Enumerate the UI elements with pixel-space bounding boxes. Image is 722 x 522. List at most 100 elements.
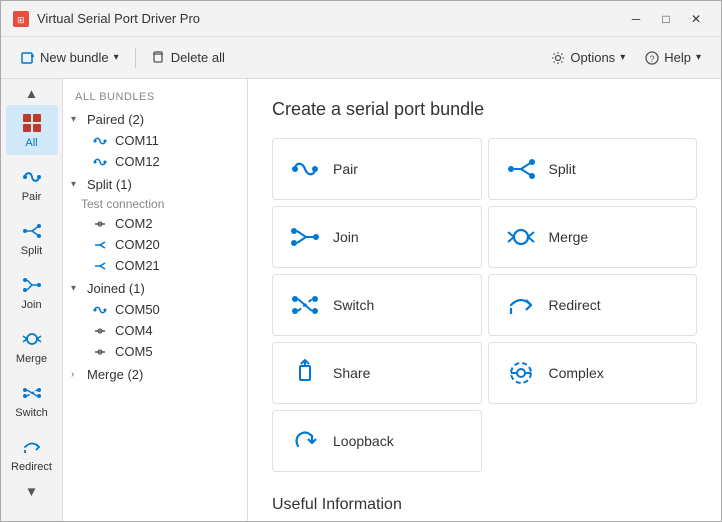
tree-group-merge: › Merge (2)	[63, 364, 247, 385]
tree-group-paired-label: Paired (2)	[87, 112, 144, 127]
tree-item-com50[interactable]: COM50	[63, 299, 247, 320]
bundle-card-switch-label: Switch	[333, 297, 374, 313]
useful-section: Useful Information User manual Version h…	[272, 496, 697, 521]
tree-section-header: ALL BUNDLES	[63, 87, 247, 109]
switch-icon	[20, 381, 44, 405]
minimize-button[interactable]: ─	[623, 9, 649, 29]
tree-group-split-header[interactable]: ▾ Split (1)	[63, 174, 247, 195]
bundle-card-switch[interactable]: Switch	[272, 274, 482, 336]
tree-group-split: ▾ Split (1) Test connection COM2 COM20	[63, 174, 247, 276]
bundle-card-pair[interactable]: Pair	[272, 138, 482, 200]
tree-group-merge-label: Merge (2)	[87, 367, 143, 382]
tree-group-paired-header[interactable]: ▾ Paired (2)	[63, 109, 247, 130]
sidebar-item-all-label: All	[25, 137, 37, 149]
new-bundle-icon	[21, 51, 35, 65]
sidebar-item-pair-label: Pair	[22, 191, 42, 203]
tree-item-com5-label: COM5	[115, 344, 153, 359]
join-card-icon	[289, 221, 321, 253]
tree-item-com20-label: COM20	[115, 237, 160, 252]
tree-item-com4-label: COM4	[115, 323, 153, 338]
chevron-merge: ›	[71, 369, 83, 380]
bundle-card-complex[interactable]: Complex	[488, 342, 698, 404]
share-card-icon	[289, 357, 321, 389]
chevron-paired: ▾	[71, 114, 83, 125]
all-icon	[20, 111, 44, 135]
main-window: ⊞ Virtual Serial Port Driver Pro ─ □ ✕ N…	[0, 0, 722, 522]
bundle-card-join[interactable]: Join	[272, 206, 482, 268]
bundle-card-join-label: Join	[333, 229, 359, 245]
toolbar: New bundle ▾ Delete all Options	[1, 37, 721, 79]
delete-all-label: Delete all	[171, 50, 225, 65]
bundle-card-loopback[interactable]: Loopback	[272, 410, 482, 472]
bundle-grid: Pair Split	[272, 138, 697, 472]
bundle-card-redirect[interactable]: Redirect	[488, 274, 698, 336]
tree-item-com21[interactable]: COM21	[63, 255, 247, 276]
sidebar-item-join[interactable]: Join	[6, 267, 58, 317]
sidebar-nav: ▲ All	[1, 79, 63, 521]
sidebar-item-merge[interactable]: Merge	[6, 321, 58, 371]
bundle-card-split-label: Split	[549, 161, 576, 177]
merge-card-icon	[505, 221, 537, 253]
single-item-icon	[93, 217, 109, 231]
tree-item-com20[interactable]: COM20	[63, 234, 247, 255]
bundle-card-share[interactable]: Share	[272, 342, 482, 404]
tree-item-com11-label: COM11	[115, 133, 159, 148]
merge-icon	[20, 327, 44, 351]
tree-item-com21-label: COM21	[115, 258, 160, 273]
tree-group-joined: ▾ Joined (1) COM50 COM4	[63, 278, 247, 362]
bundle-card-merge[interactable]: Merge	[488, 206, 698, 268]
sidebar-item-join-label: Join	[21, 299, 41, 311]
nav-scroll-down-button[interactable]: ▼	[6, 481, 58, 501]
tree-group-paired: ▾ Paired (2) COM11 COM12	[63, 109, 247, 172]
sidebar-item-switch[interactable]: Switch	[6, 375, 58, 425]
help-icon: ?	[645, 51, 659, 65]
split-item-icon	[93, 238, 109, 252]
tree-item-com12[interactable]: COM12	[63, 151, 247, 172]
pair-icon	[20, 165, 44, 189]
tree-item-com11[interactable]: COM11	[63, 130, 247, 151]
help-button[interactable]: ? Help ▾	[637, 46, 709, 69]
maximize-button[interactable]: □	[653, 9, 679, 29]
help-chevron: ▾	[696, 52, 701, 63]
sidebar-item-redirect[interactable]: Redirect	[6, 429, 58, 479]
sidebar-item-switch-label: Switch	[15, 407, 47, 419]
gear-icon	[551, 51, 565, 65]
title-bar-left: ⊞ Virtual Serial Port Driver Pro	[13, 11, 200, 27]
sidebar-item-merge-label: Merge	[16, 353, 47, 365]
tree-item-com4[interactable]: COM4	[63, 320, 247, 341]
tree-group-merge-header[interactable]: › Merge (2)	[63, 364, 247, 385]
options-button[interactable]: Options ▾	[543, 46, 633, 69]
split-card-icon	[505, 153, 537, 185]
switch-card-icon	[289, 289, 321, 321]
new-bundle-button[interactable]: New bundle ▾	[13, 46, 127, 69]
window-controls: ─ □ ✕	[623, 9, 709, 29]
sidebar-item-pair[interactable]: Pair	[6, 159, 58, 209]
tree-item-com5[interactable]: COM5	[63, 341, 247, 362]
split-icon	[20, 219, 44, 243]
close-button[interactable]: ✕	[683, 9, 709, 29]
window-title: Virtual Serial Port Driver Pro	[37, 11, 200, 26]
svg-text:⊞: ⊞	[17, 15, 25, 25]
tree-group-joined-header[interactable]: ▾ Joined (1)	[63, 278, 247, 299]
sidebar-item-split[interactable]: Split	[6, 213, 58, 263]
title-bar: ⊞ Virtual Serial Port Driver Pro ─ □ ✕	[1, 1, 721, 37]
options-label: Options	[570, 50, 615, 65]
bundle-card-merge-label: Merge	[549, 229, 589, 245]
sidebar-item-all[interactable]: All	[6, 105, 58, 155]
bundle-card-split[interactable]: Split	[488, 138, 698, 200]
nav-scroll-up-button[interactable]: ▲	[6, 83, 58, 103]
delete-all-button[interactable]: Delete all	[144, 46, 233, 69]
toolbar-divider	[135, 48, 136, 68]
bundle-card-complex-label: Complex	[549, 365, 604, 381]
tree-sub-label-test: Test connection	[63, 195, 247, 213]
tree-panel: ALL BUNDLES ▾ Paired (2) COM11	[63, 79, 248, 521]
main-panel: Create a serial port bundle Pair	[248, 79, 721, 521]
create-title: Create a serial port bundle	[272, 99, 697, 120]
join-icon	[20, 273, 44, 297]
toolbar-right: Options ▾ ? Help ▾	[543, 46, 709, 69]
pair-card-icon	[289, 153, 321, 185]
bundle-card-loopback-label: Loopback	[333, 433, 394, 449]
tree-item-com2[interactable]: COM2	[63, 213, 247, 234]
help-label: Help	[664, 50, 691, 65]
bundle-card-share-label: Share	[333, 365, 370, 381]
